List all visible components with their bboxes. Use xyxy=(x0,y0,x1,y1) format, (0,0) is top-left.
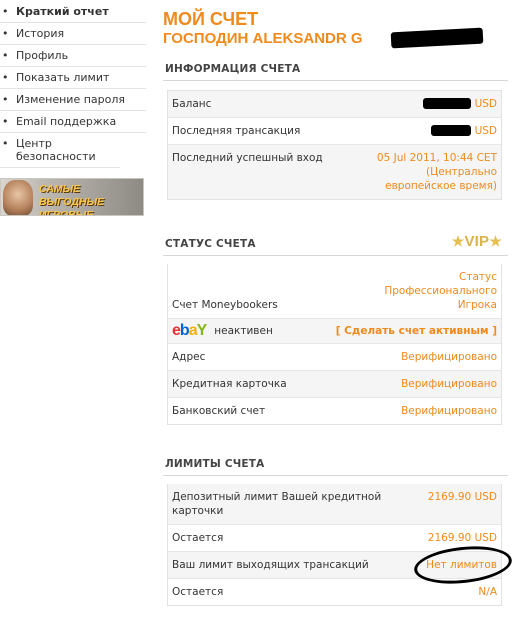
sidebar-item-label: Показать лимит xyxy=(16,71,110,84)
section-heading-account-limits: ЛИМИТЫ СЧЕТА xyxy=(163,455,508,476)
bullet-icon: • xyxy=(2,71,9,84)
section-heading-account-info: ИНФОРМАЦИЯ СЧЕТА xyxy=(163,60,508,81)
account-limits-table: Депозитный лимит Вашей кредитной карточк… xyxy=(167,484,514,606)
outgoing-limit-row: Ваш лимит выходящих трансакций Нет лимит… xyxy=(168,541,514,589)
sidebar-nav: • Краткий отчет • История • Профиль • По… xyxy=(0,0,146,216)
sidebar-item-label: История xyxy=(16,27,65,40)
balance-label: Баланс xyxy=(172,98,212,110)
address-label: Адрес xyxy=(172,351,206,363)
last-transaction-row: Последняя трансакция USD xyxy=(168,118,501,145)
ebay-status: неактивен xyxy=(214,325,273,337)
promo-banner[interactable]: САМЫЕ ВЫГОДНЫЕ ИГРОВЫЕ ПРОМОЦИИ xyxy=(0,178,144,216)
account-holder-name-text: ГОСПОДИН ALEKSANDR G xyxy=(163,30,363,47)
sidebar-item-email-support[interactable]: • Email поддержка xyxy=(0,111,146,133)
moneybookers-status: Статус Профессионального Игрока xyxy=(384,271,497,311)
sidebar-item-label: Email поддержка xyxy=(16,115,117,128)
ebay-row: ebaY неактивен [ Сделать счет активным ] xyxy=(168,319,501,344)
address-status: Верифицировано xyxy=(401,351,497,363)
redaction-mark xyxy=(390,27,484,49)
main-content: МОЙ СЧЕТ ГОСПОДИН ALEKSANDR G ИНФОРМАЦИЯ… xyxy=(163,0,514,606)
sidebar-item-history[interactable]: • История xyxy=(0,23,146,45)
account-holder-name: ГОСПОДИН ALEKSANDR G xyxy=(163,27,508,49)
remaining-deposit-label: Остается xyxy=(172,532,224,544)
vip-badge: ★ VIP ★ xyxy=(452,233,502,250)
sidebar-item-label: Центр безопасности xyxy=(16,137,96,163)
balance-row: Баланс USD xyxy=(168,91,501,118)
remaining-outgoing-value: N/A xyxy=(478,586,497,598)
sidebar-item-show-limit[interactable]: • Показать лимит xyxy=(0,67,146,89)
sidebar-menu: • Краткий отчет • История • Профиль • По… xyxy=(0,0,146,168)
balance-currency: USD xyxy=(474,98,497,110)
account-info-table: Баланс USD Последняя трансакция USD Посл… xyxy=(167,90,502,200)
section-heading-text: ЛИМИТЫ СЧЕТА xyxy=(165,458,265,470)
credit-card-label: Кредитная карточка xyxy=(172,378,287,390)
bank-account-status: Верифицировано xyxy=(401,405,497,417)
sidebar-item-label: Профиль xyxy=(16,49,69,62)
activate-account-link[interactable]: [ Сделать счет активным ] xyxy=(336,324,497,338)
bullet-icon: • xyxy=(2,115,9,128)
account-status-table: Счет Moneybookers Статус Профессионально… xyxy=(167,264,502,425)
last-transaction-value: USD xyxy=(430,124,497,138)
deposit-limit-row: Депозитный лимит Вашей кредитной карточк… xyxy=(168,484,501,525)
deposit-limit-label: Депозитный лимит Вашей кредитной карточк… xyxy=(172,491,382,517)
bank-account-row: Банковский счет Верифицировано xyxy=(168,398,501,424)
ebay-status-group: ebaY неактивен xyxy=(172,323,273,339)
section-heading-text: ИНФОРМАЦИЯ СЧЕТА xyxy=(165,63,301,75)
promo-text: САМЫЕ ВЫГОДНЫЕ ИГРОВЫЕ ПРОМОЦИИ xyxy=(39,183,105,216)
sidebar-item-summary[interactable]: • Краткий отчет xyxy=(0,1,146,23)
bullet-icon: • xyxy=(2,27,9,40)
last-login-value: 05 Jul 2011, 10:44 CET (Центрально европ… xyxy=(376,152,497,192)
address-row: Адрес Верифицировано xyxy=(168,344,501,371)
vip-badge-text: VIP xyxy=(464,233,490,250)
bullet-icon: • xyxy=(2,137,9,150)
credit-card-row: Кредитная карточка Верифицировано xyxy=(168,371,501,398)
bullet-icon: • xyxy=(2,49,9,62)
remaining-outgoing-label: Остается xyxy=(172,586,224,598)
moneybookers-label: Счет Moneybookers xyxy=(172,299,278,311)
promo-photo xyxy=(3,180,33,215)
moneybookers-row: Счет Moneybookers Статус Профессионально… xyxy=(168,264,501,319)
bank-account-label: Банковский счет xyxy=(172,405,266,417)
sidebar-item-label: Изменение пароля xyxy=(16,93,126,106)
bullet-icon: • xyxy=(2,93,9,106)
sidebar-item-profile[interactable]: • Профиль xyxy=(0,45,146,67)
last-login-row: Последний успешный вход 05 Jul 2011, 10:… xyxy=(168,145,501,199)
star-icon: ★ xyxy=(489,233,502,249)
page-title: МОЙ СЧЕТ xyxy=(163,9,259,29)
last-login-label: Последний успешный вход xyxy=(172,152,323,164)
star-icon: ★ xyxy=(451,233,465,249)
sidebar-item-security-center[interactable]: • Центр безопасности xyxy=(0,133,120,168)
balance-value: USD xyxy=(422,97,497,111)
bullet-icon: • xyxy=(2,5,9,18)
sidebar-item-label: Краткий отчет xyxy=(16,5,109,18)
last-transaction-label: Последняя трансакция xyxy=(172,125,301,137)
last-transaction-currency: USD xyxy=(474,125,497,137)
redaction-mark xyxy=(422,98,471,109)
remaining-deposit-value: 2169.90 USD xyxy=(427,532,497,544)
outgoing-limit-label: Ваш лимит выходящих трансакций xyxy=(172,559,369,571)
credit-card-status: Верифицировано xyxy=(401,378,497,390)
deposit-limit-value: 2169.90 USD xyxy=(427,491,497,503)
section-heading-account-status: СТАТУС СЧЕТА ★ VIP ★ xyxy=(163,230,508,256)
section-heading-text: СТАТУС СЧЕТА xyxy=(165,238,256,250)
redaction-mark xyxy=(430,125,471,136)
ebay-logo-icon: ebaY xyxy=(172,322,207,339)
sidebar-item-change-password[interactable]: • Изменение пароля xyxy=(0,89,146,111)
